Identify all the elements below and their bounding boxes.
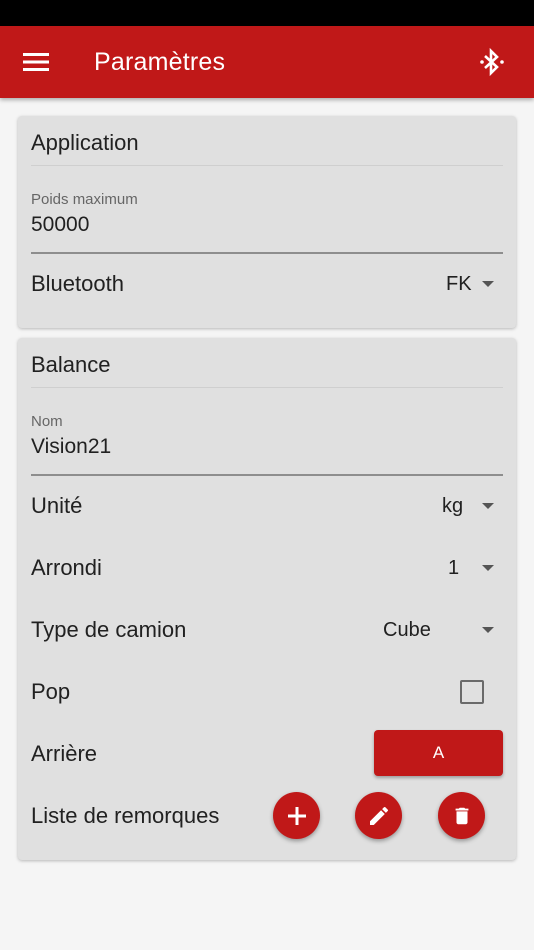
dropdown-arrow-icon: [482, 565, 494, 571]
unit-label: Unité: [31, 493, 83, 518]
dropdown-arrow-icon: [482, 503, 494, 509]
truck-type-dropdown[interactable]: Cube: [383, 615, 494, 645]
bluetooth-button[interactable]: [470, 40, 514, 84]
unit-selected-value: kg: [442, 495, 464, 517]
max-weight-input[interactable]: 50000: [31, 212, 89, 238]
pop-label: Pop: [31, 679, 71, 704]
bluetooth-selected-value: FK: [446, 273, 472, 295]
pop-checkbox[interactable]: [460, 680, 484, 704]
delete-trailer-button[interactable]: [438, 792, 485, 839]
menu-icon: [23, 53, 49, 71]
max-weight-underline: [31, 252, 503, 254]
unit-dropdown[interactable]: kg: [442, 491, 494, 521]
application-section-title: Application: [31, 130, 139, 155]
dropdown-arrow-icon: [482, 627, 494, 633]
balance-section-title: Balance: [31, 352, 111, 377]
rounding-label: Arrondi: [31, 555, 102, 580]
app-bar: Paramètres: [0, 26, 534, 98]
add-trailer-button[interactable]: [273, 792, 320, 839]
menu-button[interactable]: [14, 40, 58, 84]
rear-label: Arrière: [31, 741, 98, 766]
rounding-selected-value: 1: [448, 557, 460, 579]
add-icon: [287, 806, 306, 825]
edit-trailer-button[interactable]: [355, 792, 402, 839]
balance-card: Balance Nom Vision21 Unité kg Arrondi 1 …: [18, 338, 516, 860]
truck-type-selected-value: Cube: [383, 619, 431, 641]
trailers-label: Liste de remorques: [31, 803, 220, 828]
divider: [31, 387, 503, 388]
edit-icon: [369, 806, 388, 825]
divider: [31, 165, 503, 166]
delete-icon: [455, 807, 468, 824]
bluetooth-icon: [480, 47, 504, 77]
name-label: Nom: [31, 413, 63, 430]
application-card: Application Poids maximum 50000 Bluetoot…: [18, 116, 516, 328]
name-underline: [31, 474, 503, 476]
name-input[interactable]: Vision21: [31, 434, 111, 460]
dropdown-arrow-icon: [482, 281, 494, 287]
bluetooth-dropdown[interactable]: FK: [446, 269, 494, 299]
status-bar: [0, 0, 534, 26]
page-title: Paramètres: [94, 48, 226, 76]
truck-type-label: Type de camion: [31, 617, 187, 642]
max-weight-label: Poids maximum: [31, 191, 138, 208]
rounding-dropdown[interactable]: 1: [448, 553, 494, 583]
bluetooth-label: Bluetooth: [31, 271, 124, 296]
rear-button[interactable]: A: [374, 730, 503, 776]
